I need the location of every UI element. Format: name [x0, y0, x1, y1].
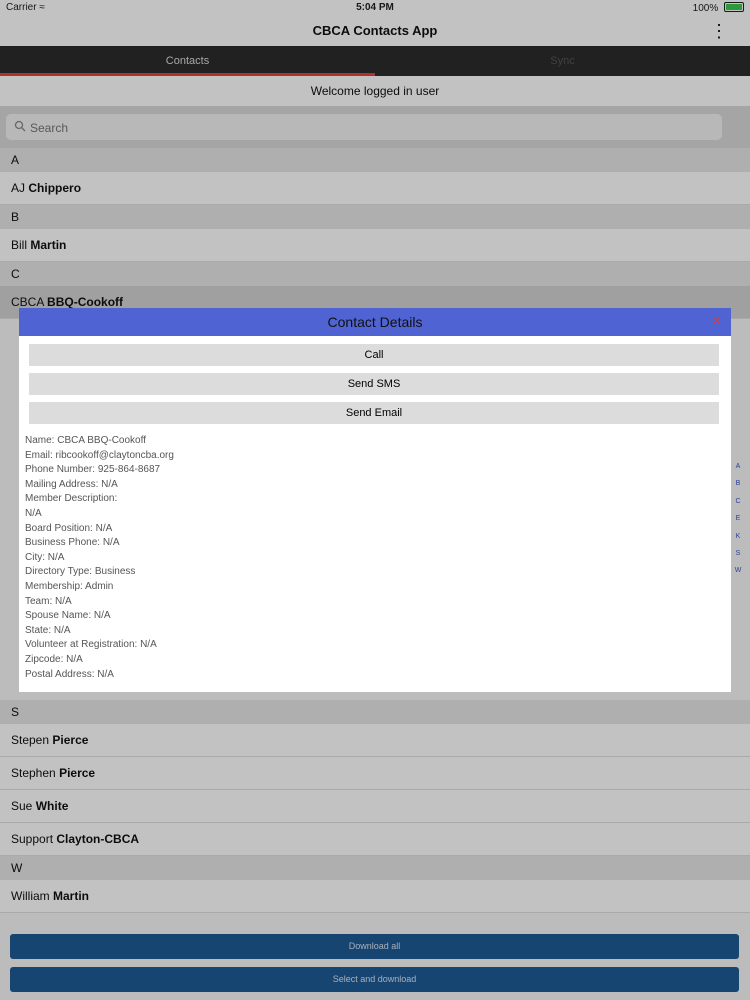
detail-team: Team: N/A — [25, 595, 72, 607]
detail-name: Name: CBCA BBQ-Cookoff — [25, 435, 146, 446]
detail-spouse-name: Spouse Name: N/A — [25, 610, 111, 622]
detail-board-position: Board Position: N/A — [25, 522, 113, 534]
call-button[interactable]: Call — [29, 344, 719, 366]
detail-membership: Membership: Admin — [25, 580, 114, 592]
detail-city: City: N/A — [25, 551, 65, 563]
detail-directory-type: Directory Type: Business — [25, 566, 136, 578]
contact-details-list: Name: CBCA BBQ-Cookoff Email: ribcookoff… — [25, 434, 725, 682]
close-icon[interactable]: × — [712, 312, 721, 332]
contact-details-dialog: Contact Details × Call Send SMS Send Ema… — [19, 308, 731, 692]
detail-mailing-address: Mailing Address: N/A — [25, 478, 118, 490]
detail-member-description-label: Member Description: — [25, 493, 118, 505]
send-email-button[interactable]: Send Email — [29, 402, 719, 424]
detail-member-description-value: N/A — [25, 507, 42, 519]
detail-zipcode: Zipcode: N/A — [25, 653, 83, 665]
detail-postal-address: Postal Address: N/A — [25, 668, 114, 680]
send-sms-button[interactable]: Send SMS — [29, 373, 719, 395]
detail-phone: Phone Number: 925-864-8687 — [25, 464, 161, 476]
dialog-title: Contact Details — [327, 314, 423, 330]
dialog-header: Contact Details × — [19, 308, 731, 336]
detail-email: Email: ribcookoff@claytoncba.org — [25, 449, 174, 461]
detail-volunteer: Volunteer at Registration: N/A — [25, 639, 157, 651]
detail-business-phone: Business Phone: N/A — [25, 537, 120, 549]
detail-state: State: N/A — [25, 624, 71, 636]
